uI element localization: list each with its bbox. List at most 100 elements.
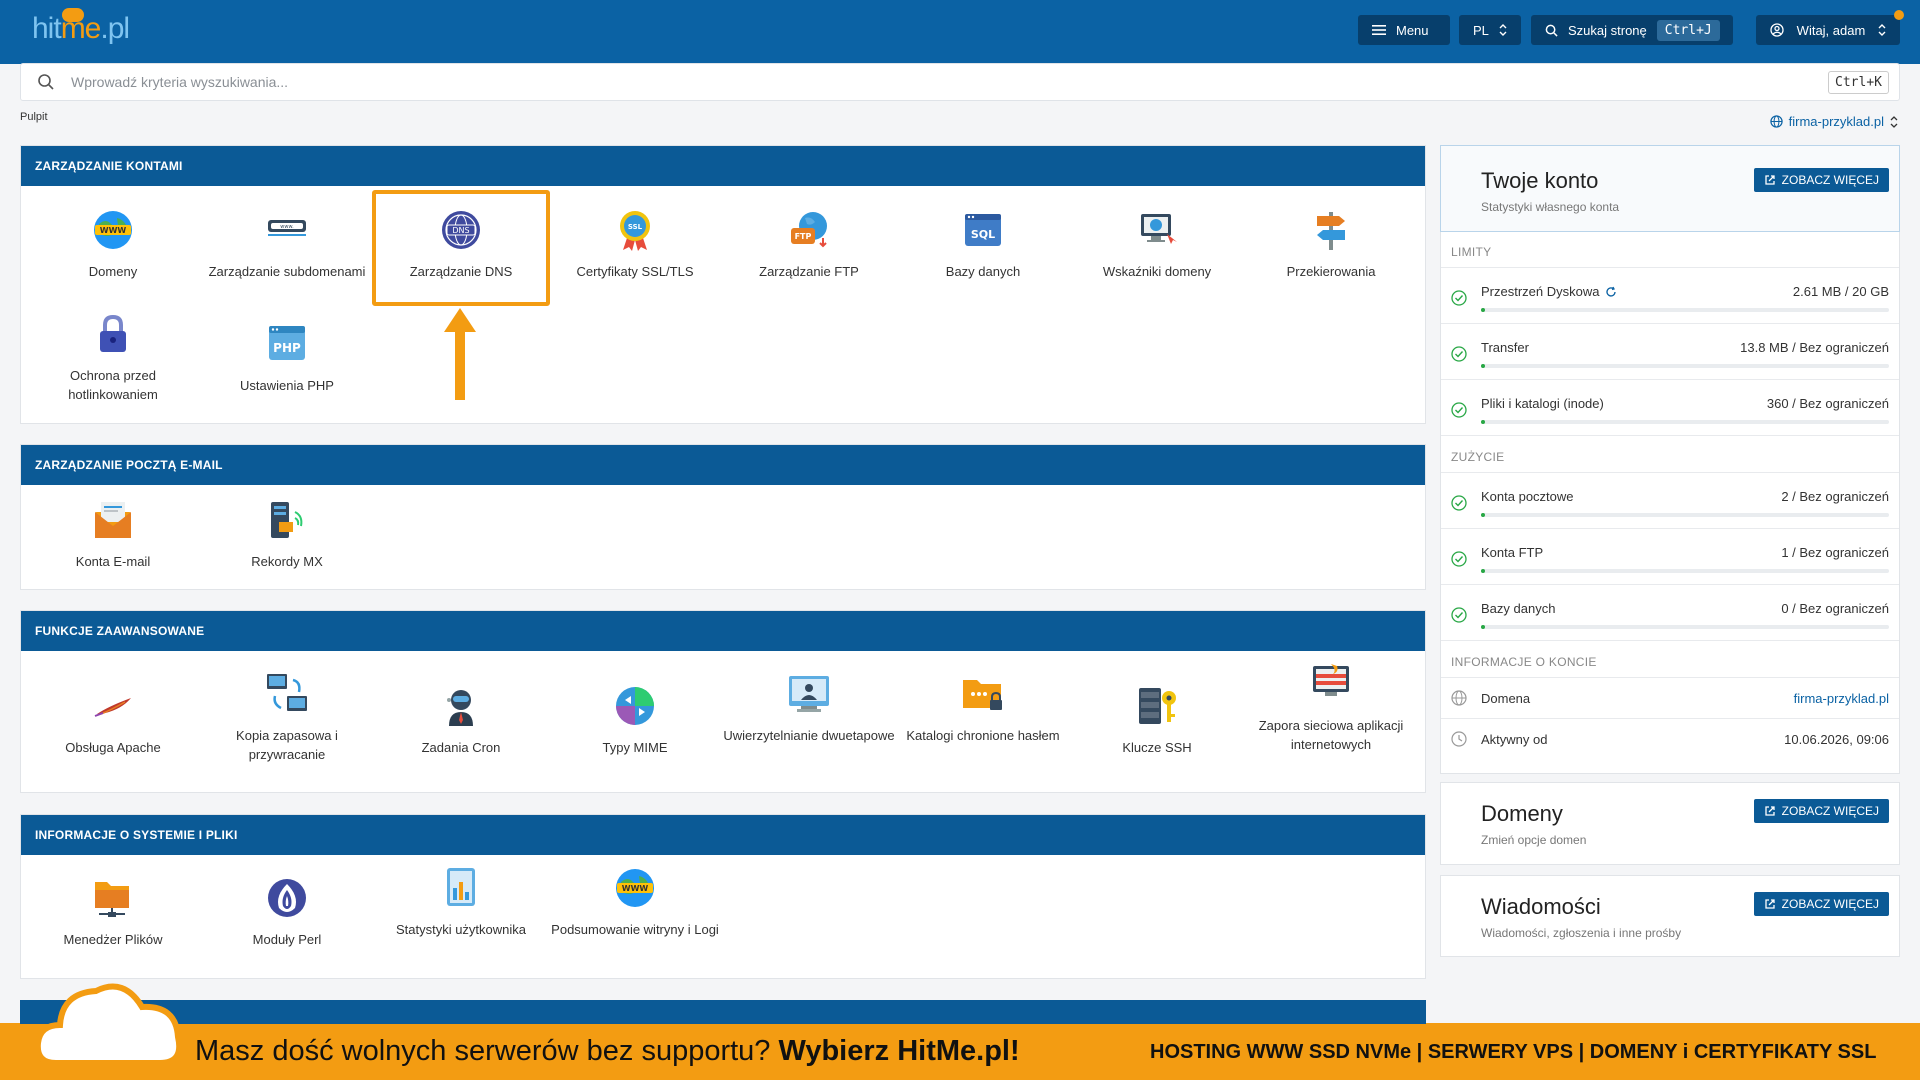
tile-zarzadzanie-subdomenami[interactable]: www. Zarządzanie subdomenami [200, 208, 374, 281]
svg-text:www.: www. [280, 224, 294, 230]
stat-label-text: Bazy danych [1481, 601, 1556, 616]
svg-text:PHP: PHP [273, 341, 301, 355]
account-see-more-button[interactable]: ZOBACZ WIĘCEJ [1753, 168, 1889, 192]
top-bar: hitme.pl Menu PL Szukaj stronę Ctrl+J Wi… [0, 0, 1920, 64]
svg-text:SQL: SQL [971, 228, 995, 241]
section-title: ZARZĄDZANIE POCZTĄ E-MAIL [21, 445, 1425, 485]
check-circle-icon [1451, 551, 1467, 567]
tile-label: Ochrona przed hotlinkowaniem [68, 368, 158, 402]
padlock-icon [100, 314, 126, 352]
tile-certyfikaty-ssl[interactable]: SSL Certyfikaty SSL/TLS [548, 208, 722, 281]
stat-label: Konta pocztowe [1481, 489, 1574, 504]
section-title: ZARZĄDZANIE KONTAMI [21, 146, 1425, 186]
tile-przekierowania[interactable]: Przekierowania [1244, 208, 1418, 281]
tile-rekordy-mx[interactable]: Rekordy MX [200, 498, 374, 571]
tile-label: Moduły Perl [252, 932, 322, 947]
tile-typy-mime[interactable]: Typy MIME [548, 684, 722, 757]
search-page-label: Szukaj stronę [1568, 22, 1647, 38]
php-icon: PHP [269, 326, 305, 360]
menu-button[interactable]: Menu [1358, 15, 1450, 45]
tile-label: Zarządzanie subdomenami [208, 264, 366, 279]
domains-see-more-button[interactable]: ZOBACZ WIĘCEJ [1753, 799, 1889, 823]
domain-selector[interactable]: firma-przyklad.pl [1769, 114, 1898, 129]
tile-ochrona-hotlinkowanie[interactable]: Ochrona przed hotlinkowaniem [26, 312, 200, 404]
tile-domeny[interactable]: WWW Domeny [26, 208, 200, 281]
stat-row: Konta FTP 1 / Bez ograniczeń [1441, 528, 1899, 584]
stat-row: Pliki i katalogi (inode) 360 / Bez ograni… [1441, 379, 1899, 435]
stat-label: Konta FTP [1481, 545, 1543, 560]
tile-konta-email[interactable]: Konta E-mail [26, 498, 200, 571]
search-shortcut: Ctrl+K [1828, 70, 1889, 94]
locked-folder-icon [963, 680, 1002, 710]
svg-text:SSL: SSL [628, 223, 643, 231]
tile-zadania-cron[interactable]: Zadania Cron [374, 684, 548, 757]
tile-menedzer-plikow[interactable]: Menedżer Plików [26, 876, 200, 949]
tile-label: Domeny [88, 264, 138, 279]
global-search-bar: Ctrl+K [20, 63, 1900, 101]
breadcrumb[interactable]: Pulpit [20, 111, 48, 123]
stat-progress-fill [1481, 364, 1486, 368]
tile-label: Menedżer Plików [63, 932, 163, 947]
logo[interactable]: hitme.pl [32, 8, 130, 46]
info-title: INFORMACJE O KONCIE [1441, 640, 1899, 677]
firewall-icon [1313, 664, 1349, 696]
tile-label: Statystyki użytkownika [395, 922, 527, 937]
logo-text-prefix: hit [32, 12, 62, 45]
user-menu-button[interactable]: Witaj, adam [1756, 10, 1904, 45]
tile-statystyki-uzytkownika[interactable]: Statystyki użytkownika [374, 866, 548, 939]
tile-ustawienia-php[interactable]: PHP Ustawienia PHP [200, 322, 374, 395]
tile-uwierzytelnianie-dwuetapowe[interactable]: Uwierzytelnianie dwuetapowe [722, 672, 896, 745]
tile-katalogi-chronione[interactable]: Katalogi chronione hasłem [896, 672, 1070, 745]
domain-pointer-icon [1141, 214, 1177, 244]
info-domain-link[interactable]: firma-przyklad.pl [1794, 691, 1889, 706]
tile-wskazniki-domeny[interactable]: Wskaźniki domeny [1070, 208, 1244, 281]
file-manager-icon [95, 882, 129, 917]
tile-zarzadzanie-ftp[interactable]: FTP Zarządzanie FTP [722, 208, 896, 281]
user-icon [1770, 23, 1784, 37]
stat-row: Konta pocztowe 2 / Bez ograniczeń [1441, 472, 1899, 528]
cloud-icon [36, 983, 183, 1066]
promo-banner[interactable]: Masz dość wolnych serwerów bez supportu?… [0, 983, 1920, 1080]
tile-label: Podsumowanie witryny i Logi [551, 922, 719, 937]
stat-progress-fill [1481, 569, 1486, 573]
globe-icon [1451, 690, 1467, 706]
search-icon [1545, 24, 1558, 37]
tile-label: Uwierzytelnianie dwuetapowe [723, 728, 895, 743]
tile-kopia-zapasowa[interactable]: Kopia zapasowa i przywracanie [200, 672, 374, 764]
messages-card-subtitle: Wiadomości, zgłoszenia i inne prośby [1481, 926, 1682, 940]
section-header-partial [20, 1000, 1426, 1024]
stat-value: 2.61 MB / 20 GB [1792, 284, 1889, 299]
tile-moduly-perl[interactable]: Moduły Perl [200, 876, 374, 949]
check-circle-icon [1451, 290, 1467, 306]
account-card: Twoje konto Statystyki własnego konta ZO… [1440, 145, 1900, 774]
messages-see-more-button[interactable]: ZOBACZ WIĘCEJ [1753, 892, 1889, 916]
banner-headline: Masz dość wolnych serwerów bez supportu?… [195, 1035, 1020, 1068]
global-search-input[interactable] [71, 74, 1829, 90]
stat-row: Bazy danych 0 / Bez ograniczeń [1441, 584, 1899, 640]
svg-text:FTP: FTP [795, 232, 812, 241]
limits-title: LIMITY [1451, 245, 1492, 259]
tile-obsluga-apache[interactable]: Obsługa Apache [26, 684, 200, 757]
stat-label-text: Konta FTP [1481, 545, 1544, 560]
banner-text-bold: Wybierz HitMe.pl! [778, 1035, 1020, 1067]
see-more-label: ZOBACZ WIĘCEJ [1781, 173, 1879, 187]
tile-bazy-danych[interactable]: SQL Bazy danych [896, 208, 1070, 281]
robot-headset-icon [447, 690, 473, 726]
section-title: FUNKCJE ZAAWANSOWANE [21, 611, 1425, 651]
tile-podsumowanie-witryny[interactable]: WWW Podsumowanie witryny i Logi [548, 866, 722, 939]
tile-klucze-ssh[interactable]: Klucze SSH [1070, 684, 1244, 757]
tile-zapora-waf[interactable]: Zapora sieciowa aplikacji internetowych [1244, 662, 1418, 754]
check-circle-icon [1451, 402, 1467, 418]
info-label: Domena [1481, 691, 1531, 706]
search-page-button[interactable]: Szukaj stronę Ctrl+J [1531, 15, 1733, 45]
banner-text: Masz dość wolnych serwerów bez supportu? [195, 1035, 779, 1067]
stat-value: 2 / Bez ograniczeń [1781, 489, 1889, 504]
refresh-icon[interactable] [1605, 286, 1617, 298]
menu-label: Menu [1396, 22, 1429, 38]
stat-value: 13.8 MB / Bez ograniczeń [1740, 340, 1889, 355]
language-select[interactable]: PL [1459, 15, 1521, 45]
usage-title: ZUŻYCIE [1441, 435, 1899, 472]
see-more-label: ZOBACZ WIĘCEJ [1781, 897, 1879, 911]
external-link-icon [1765, 175, 1775, 185]
stat-progress-bar [1481, 625, 1889, 629]
